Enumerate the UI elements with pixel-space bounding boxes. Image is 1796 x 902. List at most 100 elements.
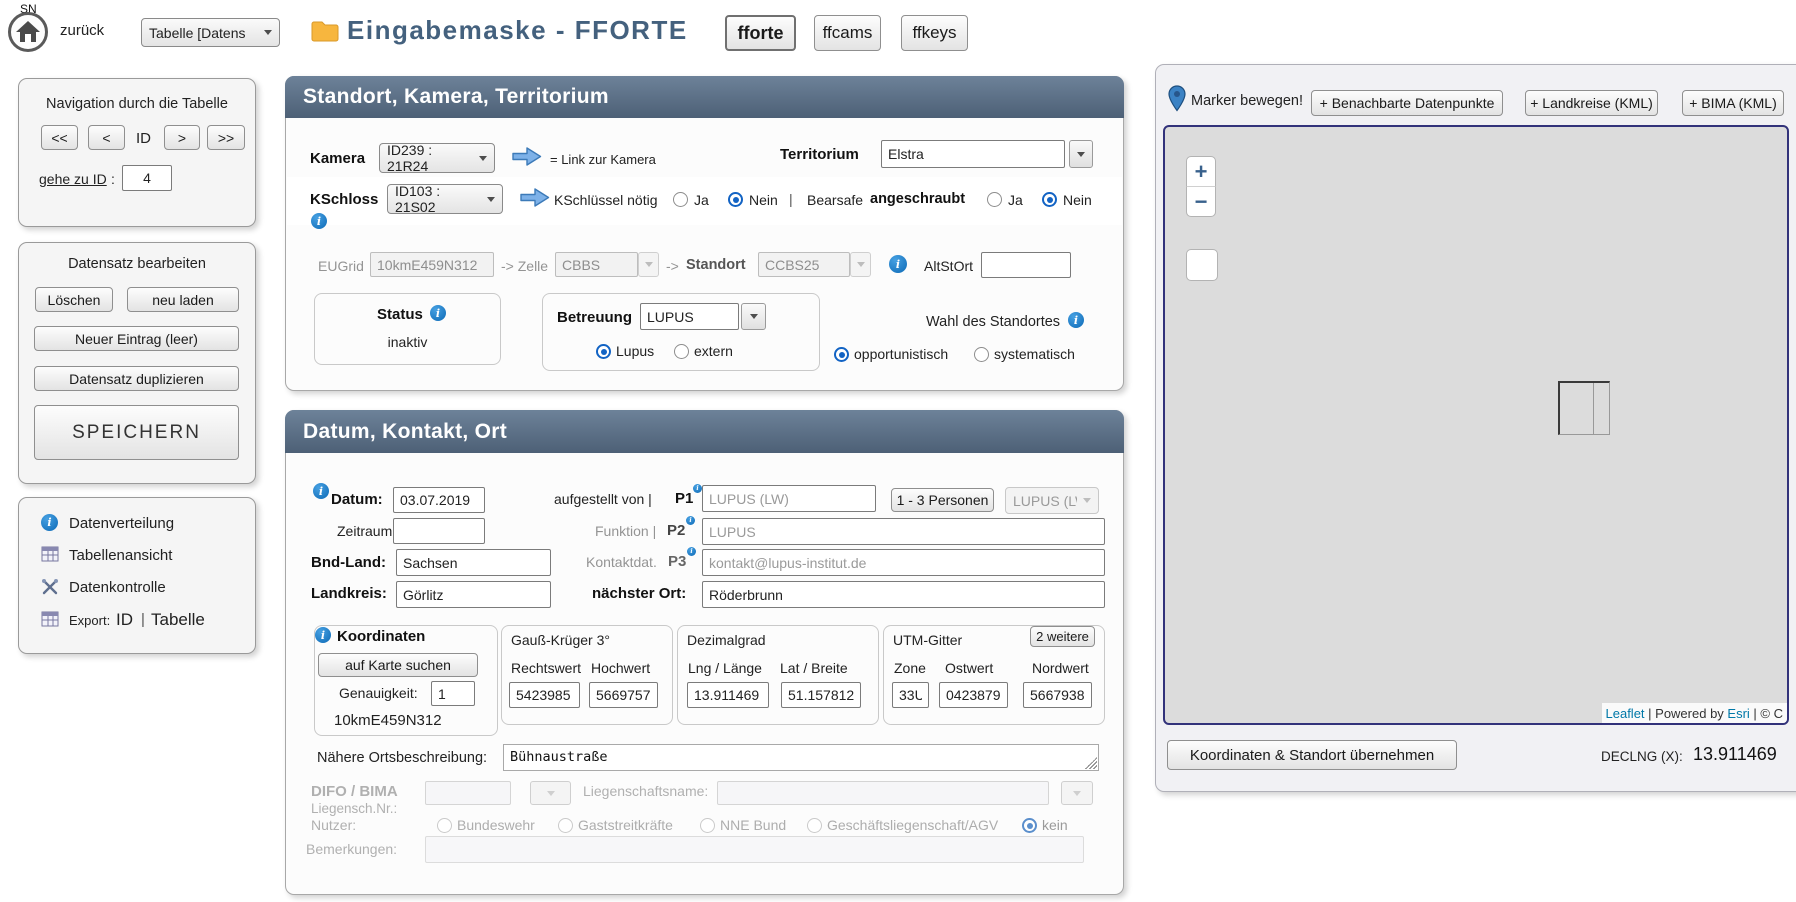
pipe-separator: | bbox=[789, 191, 793, 207]
map-viewport[interactable]: + − Leaflet | Powered by Esri | © C bbox=[1163, 125, 1789, 725]
utm-more-button[interactable]: 2 weitere bbox=[1030, 626, 1095, 647]
export-table-link[interactable]: Tabelle bbox=[151, 610, 205, 630]
kamera-select[interactable]: ID239 : 21R24 bbox=[379, 143, 495, 173]
p1-input[interactable] bbox=[702, 485, 876, 512]
save-button[interactable]: SPEICHERN bbox=[34, 405, 239, 460]
genauigkeit-input[interactable] bbox=[431, 681, 475, 706]
export-id-link[interactable]: ID bbox=[116, 610, 133, 630]
marker-hint-label: Marker bewegen! bbox=[1191, 93, 1303, 109]
nutzer-gaststreitkraefte-label: Gaststreitkräfte bbox=[578, 817, 673, 833]
betreuung-dropdown-button[interactable] bbox=[741, 303, 766, 330]
nav-first-button[interactable]: << bbox=[41, 125, 78, 150]
p3-info-icon[interactable] bbox=[687, 547, 696, 556]
bima-kml-button[interactable]: + BIMA (KML) bbox=[1682, 90, 1784, 116]
tools-item-datenverteilung[interactable]: Datenverteilung bbox=[69, 515, 174, 532]
tools-icon bbox=[41, 578, 59, 601]
tools-item-tabellenansicht[interactable]: Tabellenansicht bbox=[69, 547, 172, 564]
standort-section-header: Standort, Kamera, Territorium bbox=[285, 76, 1124, 118]
delete-button[interactable]: Löschen bbox=[35, 287, 113, 312]
duplicate-button[interactable]: Datensatz duplizieren bbox=[34, 366, 239, 391]
goto-id-link[interactable]: gehe zu ID bbox=[39, 171, 107, 187]
utm-zone-input[interactable] bbox=[892, 682, 929, 708]
bearsafe-nein-radio[interactable] bbox=[1042, 192, 1057, 207]
landkreise-kml-button[interactable]: + Landkreise (KML) bbox=[1525, 90, 1658, 116]
eingabemaske-page: SN zurück Tabelle [Datens Eingabemaske -… bbox=[0, 0, 1796, 902]
p1-label: aufgestellt von | bbox=[554, 491, 652, 507]
resize-handle[interactable] bbox=[1085, 757, 1097, 769]
back-link[interactable]: zurück bbox=[60, 22, 104, 39]
goto-id-input[interactable] bbox=[122, 165, 172, 191]
kschluessel-ja-radio[interactable] bbox=[673, 192, 688, 207]
p1-info-icon[interactable] bbox=[693, 484, 702, 493]
leaflet-link[interactable]: Leaflet bbox=[1606, 706, 1645, 721]
status-info-icon[interactable] bbox=[430, 305, 446, 321]
datum-section: Datum, Kontakt, Ort Datum: aufgestellt v… bbox=[285, 410, 1124, 895]
app-button-fforte[interactable]: fforte bbox=[725, 15, 796, 51]
zoom-in-button[interactable]: + bbox=[1186, 156, 1216, 187]
kschloss-info-icon[interactable] bbox=[311, 213, 327, 229]
dez-lng-input[interactable] bbox=[687, 682, 769, 708]
new-entry-button[interactable]: Neuer Eintrag (leer) bbox=[34, 326, 239, 351]
table-select[interactable]: Tabelle [Datens bbox=[141, 18, 280, 47]
kschluessel-nein-radio[interactable] bbox=[728, 192, 743, 207]
wahl-info-icon[interactable] bbox=[1068, 312, 1084, 328]
territorium-dropdown-button[interactable] bbox=[1069, 140, 1093, 168]
apply-coordinates-button[interactable]: Koordinaten & Standort übernehmen bbox=[1167, 740, 1457, 770]
ortsbeschreibung-textarea[interactable]: Bühnaustraße bbox=[503, 744, 1099, 771]
p2-input[interactable] bbox=[702, 518, 1105, 545]
gk-rechtswert-input[interactable] bbox=[509, 682, 580, 708]
page-title: Eingabemaske - FFORTE bbox=[347, 15, 688, 46]
datum-input[interactable] bbox=[393, 487, 485, 513]
betreuung-extern-radio[interactable] bbox=[674, 344, 689, 359]
p1-select[interactable]: LUPUS (LW bbox=[1005, 487, 1099, 514]
nutzer-geschaeftsliegenschaft-radio bbox=[807, 818, 822, 833]
arrow-right-icon[interactable] bbox=[512, 146, 542, 172]
esri-link[interactable]: Esri bbox=[1727, 706, 1749, 721]
kamera-label: Kamera bbox=[310, 150, 365, 167]
bearsafe-label: Bearsafe bbox=[807, 192, 863, 208]
app-button-ffkeys[interactable]: ffkeys bbox=[901, 15, 968, 51]
ortsbeschreibung-label: Nähere Ortsbeschreibung: bbox=[317, 750, 487, 766]
app-button-ffcams[interactable]: ffcams bbox=[814, 15, 881, 51]
wahl-opportunistisch-radio[interactable] bbox=[834, 347, 849, 362]
zoom-out-button[interactable]: − bbox=[1186, 186, 1216, 217]
gk-hochwert-input[interactable] bbox=[589, 682, 658, 708]
nutzer-kein-label: kein bbox=[1042, 817, 1068, 833]
gk-col1-label: Rechtswert bbox=[511, 660, 581, 676]
zeitraum-input[interactable] bbox=[393, 518, 485, 544]
liegenschaftsname-label: Liegenschaftsname: bbox=[583, 783, 708, 799]
layers-button[interactable] bbox=[1186, 249, 1218, 281]
kschluessel-ja-label: Ja bbox=[694, 192, 709, 208]
betreuung-lupus-radio[interactable] bbox=[596, 344, 611, 359]
datenpunkte-button[interactable]: + Benachbarte Datenpunkte bbox=[1311, 90, 1503, 116]
nutzer-nne-bund-label: NNE Bund bbox=[720, 817, 786, 833]
nav-last-button[interactable]: >> bbox=[207, 125, 245, 150]
nav-next-button[interactable]: > bbox=[164, 125, 200, 150]
tools-item-datenkontrolle[interactable]: Datenkontrolle bbox=[69, 579, 166, 596]
p3-input[interactable] bbox=[702, 549, 1105, 576]
kschloss-select[interactable]: ID103 : 21S02 bbox=[387, 184, 503, 214]
standort-info-icon[interactable] bbox=[889, 255, 907, 273]
p2-info-icon[interactable] bbox=[686, 516, 695, 525]
bearsafe-ja-radio[interactable] bbox=[987, 192, 1002, 207]
landkreis-input[interactable] bbox=[396, 581, 551, 608]
utm-ostwert-input[interactable] bbox=[939, 682, 1008, 708]
personen-button[interactable]: 1 - 3 Personen bbox=[891, 488, 994, 512]
territorium-input[interactable] bbox=[881, 140, 1065, 168]
karte-suchen-button[interactable]: auf Karte suchen bbox=[318, 653, 478, 677]
bndland-input[interactable] bbox=[396, 549, 551, 576]
home-icon[interactable] bbox=[7, 11, 49, 58]
zelle-dropdown-button bbox=[638, 252, 659, 277]
datum-info-icon[interactable] bbox=[313, 483, 329, 499]
arrow-right-icon[interactable] bbox=[520, 187, 550, 213]
utm-nordwert-input[interactable] bbox=[1023, 682, 1092, 708]
reload-button[interactable]: neu laden bbox=[127, 287, 239, 312]
nav-prev-button[interactable]: < bbox=[88, 125, 125, 150]
betreuung-input[interactable] bbox=[640, 303, 739, 330]
altstort-input[interactable] bbox=[981, 252, 1071, 278]
wahl-systematisch-radio[interactable] bbox=[974, 347, 989, 362]
dez-lat-input[interactable] bbox=[781, 682, 861, 708]
ort-input[interactable] bbox=[702, 581, 1105, 608]
koordinaten-info-icon[interactable] bbox=[315, 627, 331, 643]
chevron-down-icon bbox=[1083, 498, 1091, 503]
